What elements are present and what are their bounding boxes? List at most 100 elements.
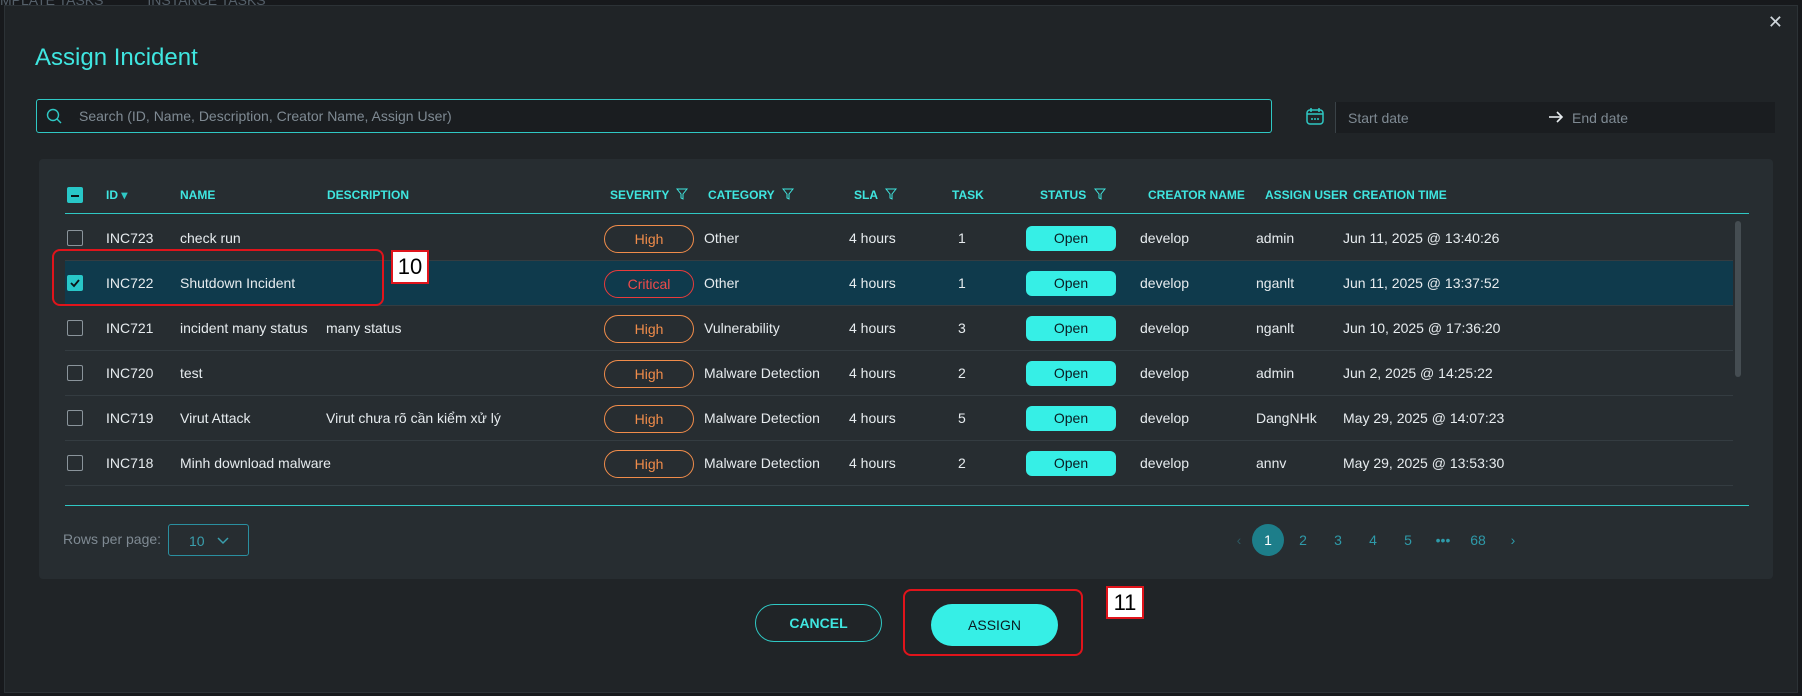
cell-task: 2 — [958, 455, 966, 471]
cell-id: INC723 — [106, 230, 154, 246]
arrow-right-icon — [1549, 111, 1564, 123]
end-date-input[interactable]: End date — [1572, 110, 1628, 126]
annotation-highlight-assign — [903, 589, 1083, 656]
cell-name: Minh download malware — [180, 455, 331, 471]
cell-task: 3 — [958, 320, 966, 336]
column-header-status[interactable]: STATUS — [1040, 188, 1106, 202]
rows-per-page-value: 10 — [189, 533, 205, 549]
table-row[interactable]: INC718 Minh download malware Malware Detec… — [65, 441, 1733, 486]
pagination-ellipsis[interactable]: ••• — [1427, 524, 1459, 556]
cell-creation-time: Jun 11, 2025 @ 13:40:26 — [1343, 230, 1500, 246]
status-badge: Open — [1026, 451, 1116, 476]
column-header-id[interactable]: ID ▾ — [106, 188, 127, 202]
cell-task: 1 — [958, 275, 966, 291]
cell-creation-time: May 29, 2025 @ 14:07:23 — [1343, 410, 1505, 426]
table-header: ID ▾ NAME DESCRIPTION SEVERITY CATEGORY … — [65, 174, 1749, 214]
cell-category: Vulnerability — [704, 320, 780, 336]
pagination-page-5[interactable]: 5 — [1392, 524, 1424, 556]
severity-badge: High — [604, 225, 694, 253]
cell-creation-time: Jun 2, 2025 @ 14:25:22 — [1343, 365, 1493, 381]
search-box[interactable] — [36, 99, 1272, 133]
cell-creator: develop — [1140, 455, 1190, 471]
column-header-description: DESCRIPTION — [327, 188, 410, 202]
table-row[interactable]: INC720 test Malware Detection 4 hours 2 devel… — [65, 351, 1733, 396]
select-all-checkbox[interactable] — [67, 187, 83, 203]
severity-badge: High — [604, 315, 694, 343]
sort-desc-icon: ▾ — [121, 188, 128, 202]
cell-name: check run — [180, 230, 241, 246]
table-row[interactable]: INC719 Virut Attack Virut chưa rõ cần kiểm… — [65, 396, 1733, 441]
cell-id: INC721 — [106, 320, 154, 336]
filter-icon[interactable] — [884, 188, 897, 200]
column-header-severity[interactable]: SEVERITY — [610, 188, 689, 202]
row-checkbox[interactable] — [67, 455, 83, 471]
cell-assign-user: admin — [1256, 365, 1295, 381]
column-header-category[interactable]: CATEGORY — [708, 188, 794, 202]
cell-id: INC719 — [106, 410, 154, 426]
cell-creator: develop — [1140, 320, 1190, 336]
row-checkbox[interactable] — [67, 410, 83, 426]
pagination-page-68[interactable]: 68 — [1462, 524, 1494, 556]
cell-creator: develop — [1140, 365, 1190, 381]
calendar-icon[interactable] — [1305, 106, 1325, 126]
cell-sla: 4 hours — [849, 410, 896, 426]
table-row-partial — [65, 486, 1733, 496]
cell-sla: 4 hours — [849, 455, 896, 471]
severity-badge: High — [604, 450, 694, 478]
cell-description: Virut chưa rõ cần kiểm xử lý — [326, 410, 501, 426]
column-header-sla[interactable]: SLA — [854, 188, 897, 202]
cancel-button[interactable]: CANCEL — [755, 604, 882, 642]
cell-sla: 4 hours — [849, 365, 896, 381]
pagination-next[interactable]: › — [1497, 524, 1529, 556]
row-checkbox[interactable] — [67, 320, 83, 336]
cell-creator: develop — [1140, 410, 1190, 426]
chevron-down-icon — [217, 537, 229, 545]
column-header-task: TASK — [952, 188, 984, 202]
table-footer-divider — [65, 505, 1749, 506]
rows-per-page-label: Rows per page: — [63, 531, 162, 547]
assign-incident-dialog: ✕ Assign Incident Start date End date ID… — [4, 5, 1798, 693]
status-badge: Open — [1026, 316, 1116, 341]
pagination-prev[interactable]: ‹ — [1223, 524, 1255, 556]
table-row[interactable]: INC721 incident many status many status Vul… — [65, 306, 1733, 351]
column-header-name: NAME — [180, 188, 216, 202]
pagination-page-1[interactable]: 1 — [1252, 524, 1284, 556]
filter-icon[interactable] — [781, 188, 794, 200]
date-range-picker[interactable]: Start date End date — [1335, 102, 1775, 133]
dialog-title: Assign Incident — [35, 44, 198, 71]
cell-assign-user: nganlt — [1256, 275, 1295, 291]
row-checkbox[interactable] — [67, 230, 83, 246]
cell-sla: 4 hours — [849, 230, 896, 246]
cell-category: Other — [704, 230, 740, 246]
rows-per-page-select[interactable]: 10 — [168, 524, 249, 556]
severity-badge: High — [604, 405, 694, 433]
cell-creator: develop — [1140, 230, 1190, 246]
cell-assign-user: DangNHk — [1256, 410, 1317, 426]
filter-icon[interactable] — [1093, 188, 1106, 200]
cell-id: INC720 — [106, 365, 154, 381]
search-input[interactable] — [79, 100, 1259, 132]
annotation-marker-10: 10 — [391, 250, 429, 284]
status-badge: Open — [1026, 271, 1116, 296]
severity-badge: Critical — [604, 270, 694, 298]
cell-category: Malware Detection — [704, 410, 820, 426]
cell-task: 1 — [958, 230, 966, 246]
cell-assign-user: nganlt — [1256, 320, 1295, 336]
close-icon[interactable]: ✕ — [1768, 12, 1783, 33]
cell-sla: 4 hours — [849, 320, 896, 336]
cell-sla: 4 hours — [849, 275, 896, 291]
pagination-page-2[interactable]: 2 — [1287, 524, 1319, 556]
row-checkbox[interactable] — [67, 365, 83, 381]
cell-name: test — [180, 365, 203, 381]
start-date-input[interactable]: Start date — [1348, 110, 1409, 126]
filter-icon[interactable] — [676, 188, 689, 200]
cell-task: 2 — [958, 365, 966, 381]
column-header-creation-time: CREATION TIME — [1353, 188, 1447, 202]
pagination-page-4[interactable]: 4 — [1357, 524, 1389, 556]
search-icon — [46, 108, 62, 124]
cell-creation-time: May 29, 2025 @ 13:53:30 — [1343, 455, 1505, 471]
pagination-page-3[interactable]: 3 — [1322, 524, 1354, 556]
annotation-highlight-row — [52, 249, 384, 306]
table-scrollbar[interactable] — [1735, 221, 1741, 377]
cell-id: INC718 — [106, 455, 154, 471]
